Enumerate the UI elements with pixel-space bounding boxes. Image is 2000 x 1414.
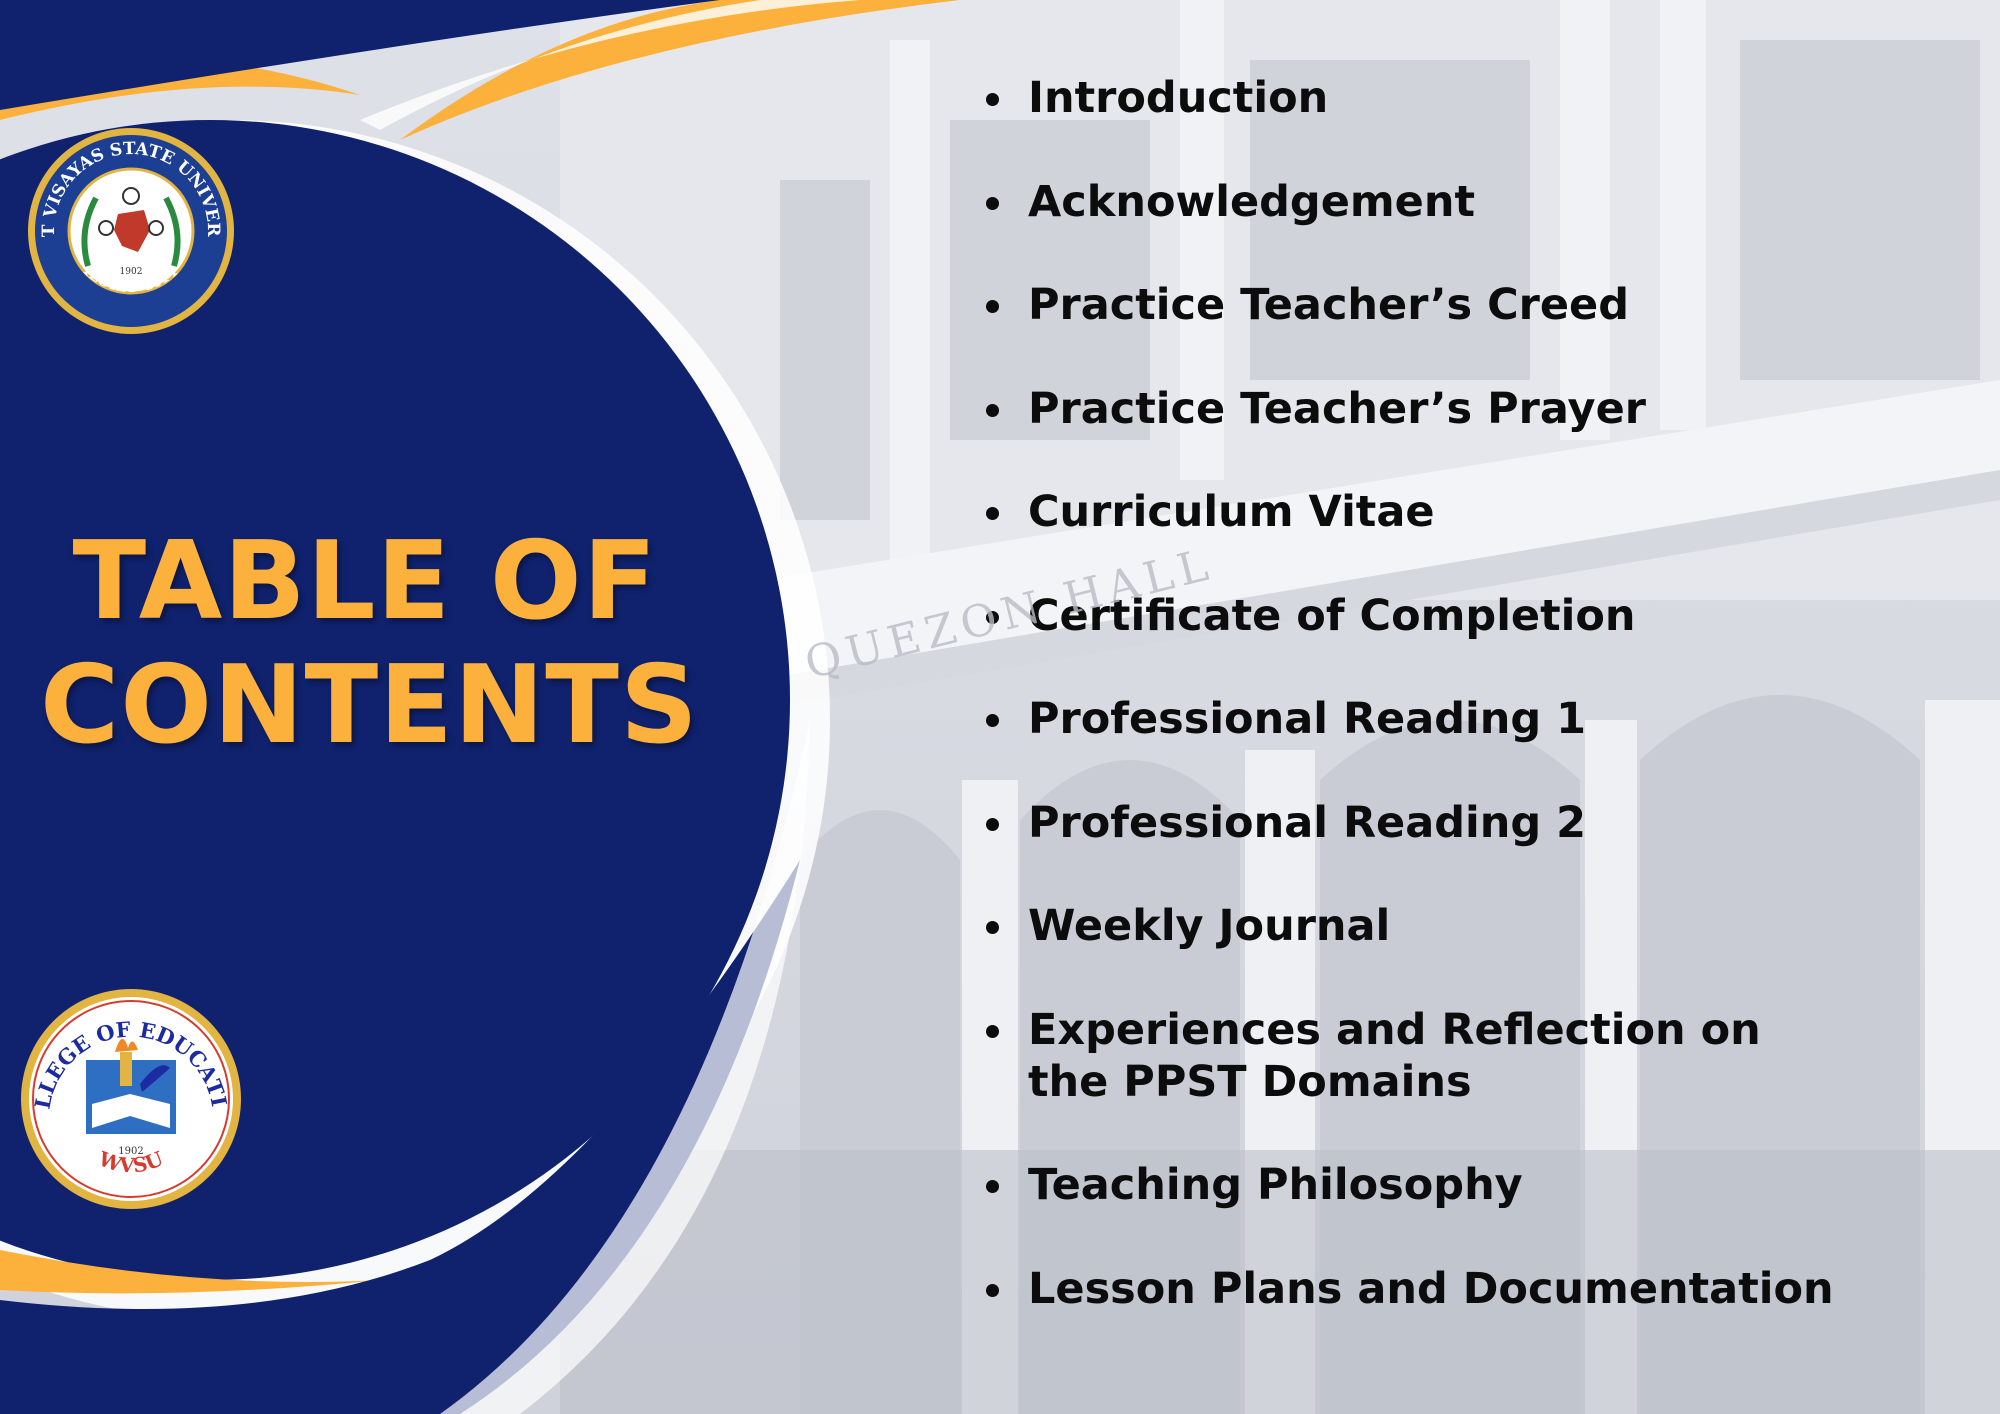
toc-item-label: Professional Reading 2 bbox=[1028, 797, 1587, 848]
bullet-icon bbox=[986, 921, 999, 934]
bullet-icon bbox=[986, 93, 999, 106]
bullet-icon bbox=[986, 817, 999, 831]
toc-item-professional-reading-2: Professional Reading 2 bbox=[980, 797, 1980, 849]
bullet-icon bbox=[986, 1180, 999, 1193]
toc-list: Introduction Acknowledgement Practice Te… bbox=[980, 72, 1980, 1366]
toc-item-practice-teachers-prayer: Practice Teacher’s Prayer bbox=[980, 383, 1980, 435]
college-of-education-seal: COLLEGE OF EDUCATION WVSU 1902 bbox=[20, 988, 241, 1209]
bullet-icon bbox=[986, 1283, 999, 1297]
seal-top-year: 1902 bbox=[120, 267, 143, 277]
bullet-icon bbox=[986, 714, 999, 727]
west-visayas-state-university-seal: WEST VISAYAS STATE UNIVERSITY ILOILO CIT… bbox=[26, 126, 234, 334]
bullet-icon bbox=[986, 403, 999, 417]
toc-item-weekly-journal: Weekly Journal bbox=[980, 900, 1980, 952]
bullet-icon bbox=[986, 196, 999, 210]
toc-item-label: Practice Teacher’s Prayer bbox=[1028, 383, 1646, 434]
toc-item-acknowledgement: Acknowledgement bbox=[980, 176, 1980, 228]
toc-item-label: Practice Teacher’s Creed bbox=[1028, 280, 1629, 330]
seal-bottom-year: 1902 bbox=[118, 1146, 143, 1157]
title-line-1: TABLE OF bbox=[72, 519, 658, 644]
toc-item-professional-reading-1: Professional Reading 1 bbox=[980, 693, 1980, 745]
bullet-icon bbox=[986, 507, 999, 520]
bullet-icon bbox=[986, 1024, 999, 1038]
toc-item-label: Acknowledgement bbox=[1028, 176, 1476, 227]
toc-item-label: Experiences and Reflection on the PPST D… bbox=[1028, 1004, 1761, 1107]
bullet-icon bbox=[986, 300, 999, 313]
toc-item-curriculum-vitae: Curriculum Vitae bbox=[980, 486, 1980, 538]
toc-item-label: Lesson Plans and Documentation bbox=[1028, 1263, 1834, 1314]
toc-item-introduction: Introduction bbox=[980, 72, 1980, 124]
toc-item-label: Introduction bbox=[1028, 73, 1329, 123]
toc-item-label: Professional Reading 1 bbox=[1028, 694, 1587, 744]
toc-item-lesson-plans-and-documentation: Lesson Plans and Documentation bbox=[980, 1263, 1980, 1315]
toc-item-practice-teachers-creed: Practice Teacher’s Creed bbox=[980, 279, 1980, 331]
toc-item-label: Weekly Journal bbox=[1028, 901, 1391, 951]
toc-item-teaching-philosophy: Teaching Philosophy bbox=[980, 1159, 1980, 1211]
table-of-contents-page: WEST VISAYAS STATE UNIVERSITY ILOILO CIT… bbox=[0, 0, 2000, 1414]
title-line-2: CONTENTS bbox=[40, 643, 699, 768]
toc-item-experiences-and-reflection: Experiences and Reflection on the PPST D… bbox=[980, 1004, 1980, 1108]
toc-item-label: Curriculum Vitae bbox=[1028, 487, 1435, 537]
page-title: TABLE OF CONTENTS bbox=[40, 519, 699, 768]
toc-item-label: Teaching Philosophy bbox=[1028, 1160, 1523, 1210]
